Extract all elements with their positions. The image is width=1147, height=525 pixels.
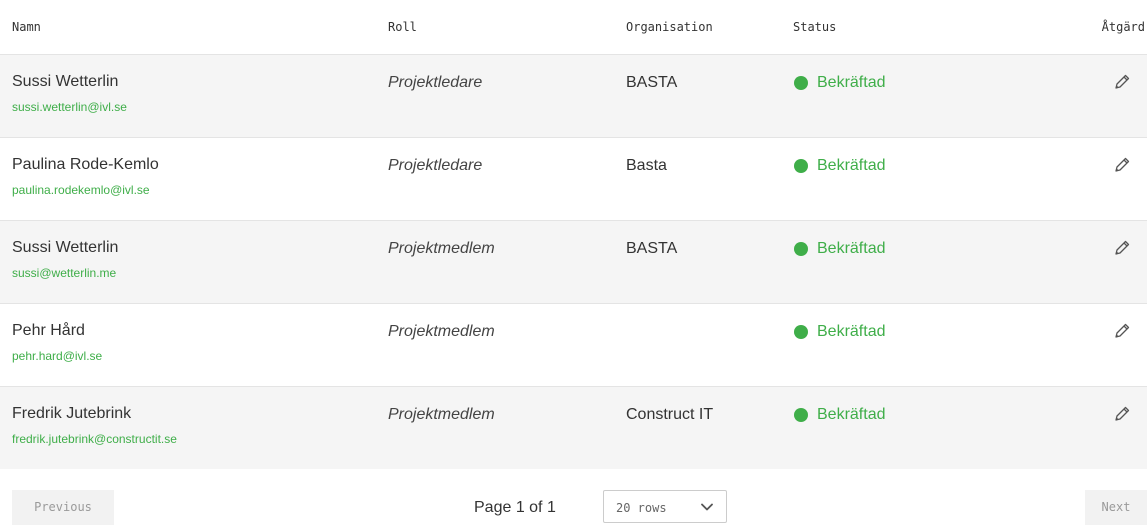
member-email: pehr.hard@ivl.se: [12, 349, 103, 363]
member-name: Pehr Hård: [12, 322, 85, 339]
member-status: Bekräftad: [794, 157, 885, 175]
member-email: paulina.rodekemlo@ivl.se: [12, 183, 150, 197]
table-body: Sussi Wetterlin sussi.wetterlin@ivl.se P…: [0, 55, 1147, 469]
table-header: Namn Roll Organisation Status Åtgärd: [0, 0, 1147, 55]
pencil-icon: [1115, 240, 1130, 255]
table-row: Pehr Hård pehr.hard@ivl.se Projektmedlem…: [0, 304, 1147, 387]
pencil-icon: [1115, 406, 1130, 421]
pencil-icon: [1115, 157, 1130, 172]
member-status: Bekräftad: [794, 240, 885, 258]
chevron-down-icon: [700, 500, 714, 514]
column-header-status[interactable]: Status: [793, 20, 836, 34]
members-table: Namn Roll Organisation Status Åtgärd Sus…: [0, 0, 1147, 469]
status-label: Bekräftad: [817, 240, 886, 257]
column-header-organisation[interactable]: Organisation: [626, 20, 713, 34]
member-status: Bekräftad: [794, 406, 885, 424]
member-organisation: Construct IT: [626, 406, 714, 423]
member-organisation: BASTA: [626, 240, 678, 257]
status-label: Bekräftad: [817, 406, 886, 423]
status-dot-icon: [794, 242, 808, 256]
column-header-action: Åtgärd: [1101, 20, 1145, 34]
member-name: Sussi Wetterlin: [12, 239, 119, 256]
table-row: Sussi Wetterlin sussi@wetterlin.me Proje…: [0, 221, 1147, 304]
edit-button[interactable]: [1113, 73, 1131, 91]
members-page: Namn Roll Organisation Status Åtgärd Sus…: [0, 0, 1147, 525]
member-organisation: BASTA: [626, 74, 678, 91]
member-email: sussi.wetterlin@ivl.se: [12, 100, 127, 114]
status-dot-icon: [794, 325, 808, 339]
table-row: Sussi Wetterlin sussi.wetterlin@ivl.se P…: [0, 55, 1147, 138]
status-label: Bekräftad: [817, 74, 886, 91]
status-dot-icon: [794, 159, 808, 173]
column-header-name[interactable]: Namn: [12, 20, 41, 34]
member-role: Projektledare: [388, 74, 483, 91]
pagination-bar: Previous Page 1 of 1 20 rows Next: [0, 490, 1147, 525]
member-status: Bekräftad: [794, 323, 885, 341]
member-role: Projektmedlem: [388, 406, 495, 423]
member-name: Paulina Rode-Kemlo: [12, 156, 159, 173]
previous-page-button[interactable]: Previous: [12, 490, 114, 525]
rows-per-page-select[interactable]: 20 rows: [603, 490, 727, 523]
column-header-role[interactable]: Roll: [388, 20, 417, 34]
status-dot-icon: [794, 408, 808, 422]
edit-button[interactable]: [1113, 405, 1131, 423]
rows-per-page-value: 20 rows: [616, 501, 667, 515]
page-info: Page 1 of 1: [474, 499, 556, 516]
member-name: Sussi Wetterlin: [12, 73, 119, 90]
next-page-button[interactable]: Next: [1085, 490, 1147, 525]
table-row: Fredrik Jutebrink fredrik.jutebrink@cons…: [0, 387, 1147, 469]
edit-button[interactable]: [1113, 156, 1131, 174]
member-email: fredrik.jutebrink@constructit.se: [12, 432, 177, 446]
pencil-icon: [1115, 323, 1130, 338]
member-email: sussi@wetterlin.me: [12, 266, 117, 280]
member-role: Projektledare: [388, 157, 483, 174]
member-organisation: Basta: [626, 157, 667, 174]
member-role: Projektmedlem: [388, 323, 495, 340]
pencil-icon: [1115, 74, 1130, 89]
member-status: Bekräftad: [794, 74, 885, 92]
status-label: Bekräftad: [817, 323, 886, 340]
table-row: Paulina Rode-Kemlo paulina.rodekemlo@ivl…: [0, 138, 1147, 221]
edit-button[interactable]: [1113, 239, 1131, 257]
status-label: Bekräftad: [817, 157, 886, 174]
member-role: Projektmedlem: [388, 240, 495, 257]
member-name: Fredrik Jutebrink: [12, 405, 132, 422]
edit-button[interactable]: [1113, 322, 1131, 340]
status-dot-icon: [794, 76, 808, 90]
